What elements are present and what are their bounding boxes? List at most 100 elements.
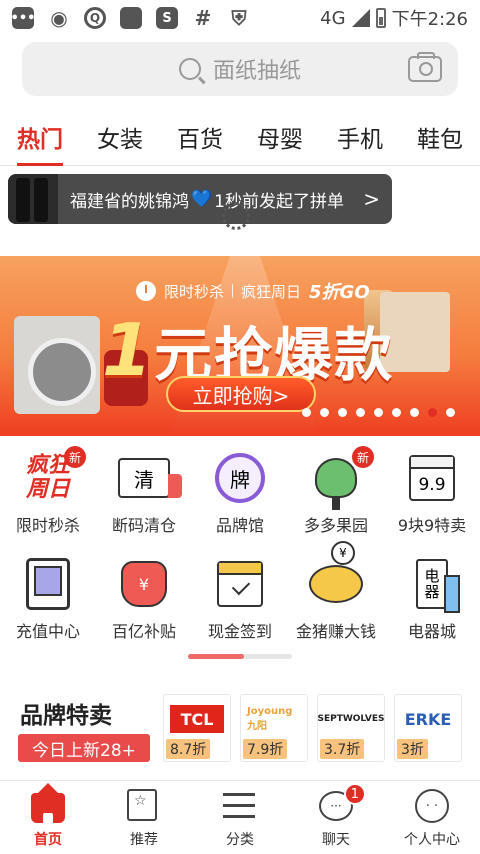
carousel-dot[interactable] [446, 408, 455, 417]
search-bar[interactable]: 面纸抽纸 [22, 42, 458, 96]
carousel-dot-active[interactable] [428, 408, 437, 417]
s-app-icon: S [156, 7, 178, 29]
chat-unread-badge: 1 [343, 783, 366, 805]
promo-banner[interactable]: 限时秒杀 疯狂周日 5折GO 1元抢爆款 立即抢购> [0, 256, 480, 436]
tab-mother-baby[interactable]: 母婴 [257, 110, 303, 166]
nav-label: 分类 [226, 832, 254, 848]
brand-discount: 8.7折 [166, 739, 211, 759]
weibo-icon: ◉ [50, 6, 68, 30]
grid-item-flash-sale[interactable]: 疯狂周日 新 限时秒杀 [0, 446, 96, 536]
medal-glyph: 牌 [215, 453, 265, 503]
money-bag-glyph: ¥ [121, 561, 167, 607]
washing-machine-image [14, 316, 100, 414]
loading-spinner-icon [222, 202, 250, 230]
search-icon [178, 58, 201, 80]
nav-label: 个人中心 [404, 832, 460, 848]
grid-item-appliances[interactable]: 电器 电器城 [384, 556, 480, 642]
category-icon [223, 789, 257, 823]
clearance-truck-icon: 清 [116, 450, 182, 506]
nav-recommend[interactable]: 推荐 [96, 781, 192, 854]
brand-logo: TCL [170, 705, 224, 733]
grid-item-subsidy[interactable]: ¥ 百亿补贴 [96, 556, 192, 642]
grid-item-nine-nine[interactable]: 9.9 9块9特卖 [384, 450, 480, 536]
carousel-dot[interactable] [374, 408, 383, 417]
brand-card-joyoung[interactable]: Joyoung 九阳 7.9折 [240, 694, 308, 762]
status-bar: ••• ◉ Q S # ⛨ 4G 下午2:26 [0, 0, 480, 36]
brand-card-erke[interactable]: ERKE 3折 [394, 694, 462, 762]
tab-shoes-bags[interactable]: 鞋包 [417, 110, 463, 166]
banner-discount-badge: 5折GO [309, 282, 370, 303]
recharge-tablet-icon [20, 556, 76, 612]
orchard-tree-icon: 新 [308, 446, 374, 510]
new-badge: 新 [64, 446, 86, 468]
grid-item-label: 限时秒杀 [15, 516, 80, 535]
message-icon: ••• [11, 7, 35, 29]
appliance-icon: 电器 [404, 556, 460, 613]
grid-item-golden-pig[interactable]: 金猪赚大钱 [288, 541, 384, 642]
grid-item-label: 充值中心 [15, 622, 80, 641]
app-screen: ••• ◉ Q S # ⛨ 4G 下午2:26 面纸抽纸 热门 女装 百货 母婴… [0, 0, 480, 854]
subsidy-bag-icon: ¥ [116, 556, 172, 612]
nav-profile[interactable]: · · 个人中心 [384, 781, 480, 854]
flash-sale-icon: 疯狂周日 新 [20, 446, 86, 506]
app-icon [120, 7, 142, 29]
nav-label: 推荐 [130, 832, 158, 848]
grid-item-orchard[interactable]: 新 多多果园 [288, 446, 384, 536]
carousel-dot[interactable] [302, 408, 311, 417]
tab-women[interactable]: 女装 [97, 110, 143, 166]
banner-header: 限时秒杀 疯狂周日 5折GO [136, 278, 370, 304]
tab-hot[interactable]: 热门 [17, 110, 63, 166]
grid-item-label: 现金签到 [207, 622, 272, 641]
nav-label: 聊天 [322, 832, 350, 848]
divider [232, 284, 234, 298]
chevron-right-icon: > [363, 187, 380, 211]
grid-item-cash-checkin[interactable]: 现金签到 [192, 556, 288, 642]
hash-icon: # [194, 6, 212, 30]
brand-logo: Joyoung 九阳 [247, 706, 293, 732]
brand-cards: TCL 8.7折 Joyoung 九阳 7.9折 SEPTWOLVES 3.7折… [163, 694, 462, 762]
grid-scroll-thumb [188, 654, 245, 659]
nav-category[interactable]: 分类 [192, 781, 288, 854]
brand-card-tcl[interactable]: TCL 8.7折 [163, 694, 231, 762]
banner-weekend-label: 疯狂周日 [241, 282, 302, 301]
grid-item-recharge[interactable]: 充值中心 [0, 556, 96, 642]
search-placeholder: 面纸抽纸 [212, 59, 301, 84]
brand-logo: SEPTWOLVES [317, 714, 385, 724]
grid-item-label: 电器城 [407, 622, 456, 641]
brand-logo: ERKE [404, 709, 452, 729]
feature-grid: 疯狂周日 新 限时秒杀 清 断码清仓 牌 品牌馆 新 多多果园 9.9 9块9特… [0, 444, 480, 662]
grid-item-clearance[interactable]: 清 断码清仓 [96, 450, 192, 536]
notice-user-text: 福建省的姚锦鸿 [70, 191, 189, 212]
nav-chat[interactable]: ··· 1 聊天 [288, 781, 384, 854]
tab-general-goods[interactable]: 百货 [177, 110, 223, 166]
grid-item-label: 百亿补贴 [111, 622, 176, 641]
category-tabs: 热门 女装 百货 母婴 手机 鞋包 [0, 110, 480, 166]
profile-icon: · · [415, 789, 449, 823]
nav-home[interactable]: 首页 [0, 781, 96, 854]
carousel-dot[interactable] [356, 408, 365, 417]
group-buy-notice[interactable]: 福建省的姚锦鸿 💙 1秒前发起了拼单 > [8, 174, 392, 224]
banner-flash-label: 限时秒杀 [164, 282, 225, 301]
tab-phones[interactable]: 手机 [337, 110, 383, 166]
grid-scroll-indicator [188, 654, 292, 659]
nine-nine-calendar-icon: 9.9 [404, 450, 460, 506]
grid-item-brand-hall[interactable]: 牌 品牌馆 [192, 450, 288, 536]
new-badge: 新 [352, 446, 374, 468]
camera-icon[interactable] [408, 52, 442, 82]
network-type: 4G [320, 7, 346, 29]
check-calendar-shape [217, 561, 263, 607]
carousel-dot[interactable] [392, 408, 401, 417]
brand-sale-section[interactable]: 品牌特卖 今日上新28+ TCL 8.7折 Joyoung 九阳 7.9折 SE… [0, 678, 480, 776]
banner-buy-button[interactable]: 立即抢购> [166, 376, 316, 412]
brand-discount: 7.9折 [243, 739, 288, 759]
grid-item-label: 9块9特卖 [397, 516, 467, 535]
carousel-dot[interactable] [320, 408, 329, 417]
brand-medal-icon: 牌 [212, 450, 268, 506]
vpn-icon: ⛨ [231, 6, 247, 30]
carousel-dot[interactable] [410, 408, 419, 417]
nav-label: 首页 [34, 832, 62, 848]
brand-card-septwolves[interactable]: SEPTWOLVES 3.7折 [317, 694, 385, 762]
bottom-nav: 首页 推荐 分类 ··· 1 聊天 · · 个人中心 [0, 780, 480, 854]
appliance-glyph: 电器 [416, 559, 460, 613]
carousel-dot[interactable] [338, 408, 347, 417]
